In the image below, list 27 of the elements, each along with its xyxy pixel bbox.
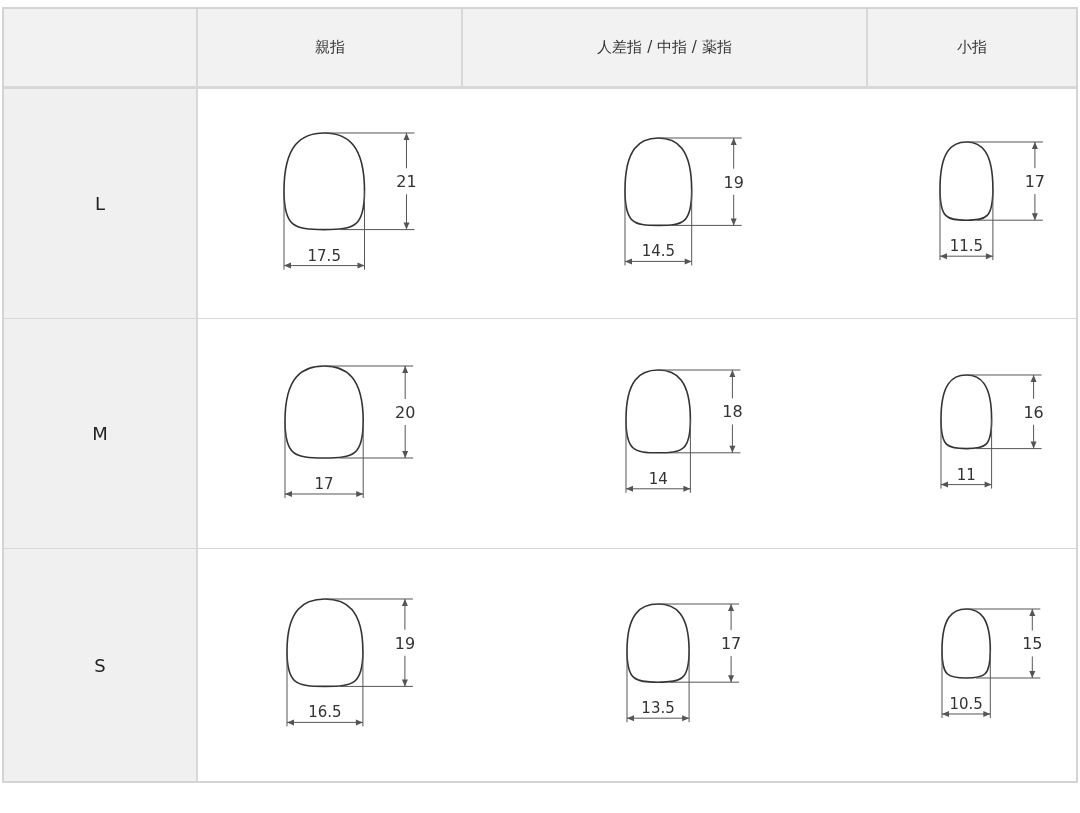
height-value: 17 — [1024, 172, 1045, 192]
height-value: 19 — [723, 172, 744, 192]
size-label: M — [4, 319, 196, 549]
height-value: 19 — [394, 634, 415, 653]
height-value: 16 — [1023, 402, 1044, 422]
column-header: 小指 — [866, 9, 1076, 89]
column-header: 人差指 / 中指 / 薬指 — [461, 9, 866, 89]
width-value: 14 — [648, 469, 669, 488]
height-value: 21 — [396, 172, 417, 192]
height-value: 18 — [722, 402, 743, 422]
width-value: 17 — [314, 474, 335, 493]
column-header: 親指 — [196, 9, 461, 89]
nail-outline — [941, 607, 991, 679]
width-value: 13.5 — [641, 699, 676, 718]
width-dimension-line — [940, 418, 992, 489]
size-label: S — [4, 549, 196, 781]
width-value: 11 — [956, 465, 976, 484]
width-value: 16.5 — [307, 703, 342, 722]
size-label: L — [4, 89, 196, 319]
height-value: 15 — [1021, 634, 1043, 653]
width-value: 11.5 — [949, 237, 983, 256]
width-value: 14.5 — [641, 242, 676, 261]
width-value: 17.5 — [307, 246, 342, 265]
height-value: 20 — [395, 402, 416, 422]
height-value: 17 — [721, 634, 742, 653]
width-dimension-line — [941, 649, 991, 718]
width-value: 10.5 — [949, 694, 983, 713]
